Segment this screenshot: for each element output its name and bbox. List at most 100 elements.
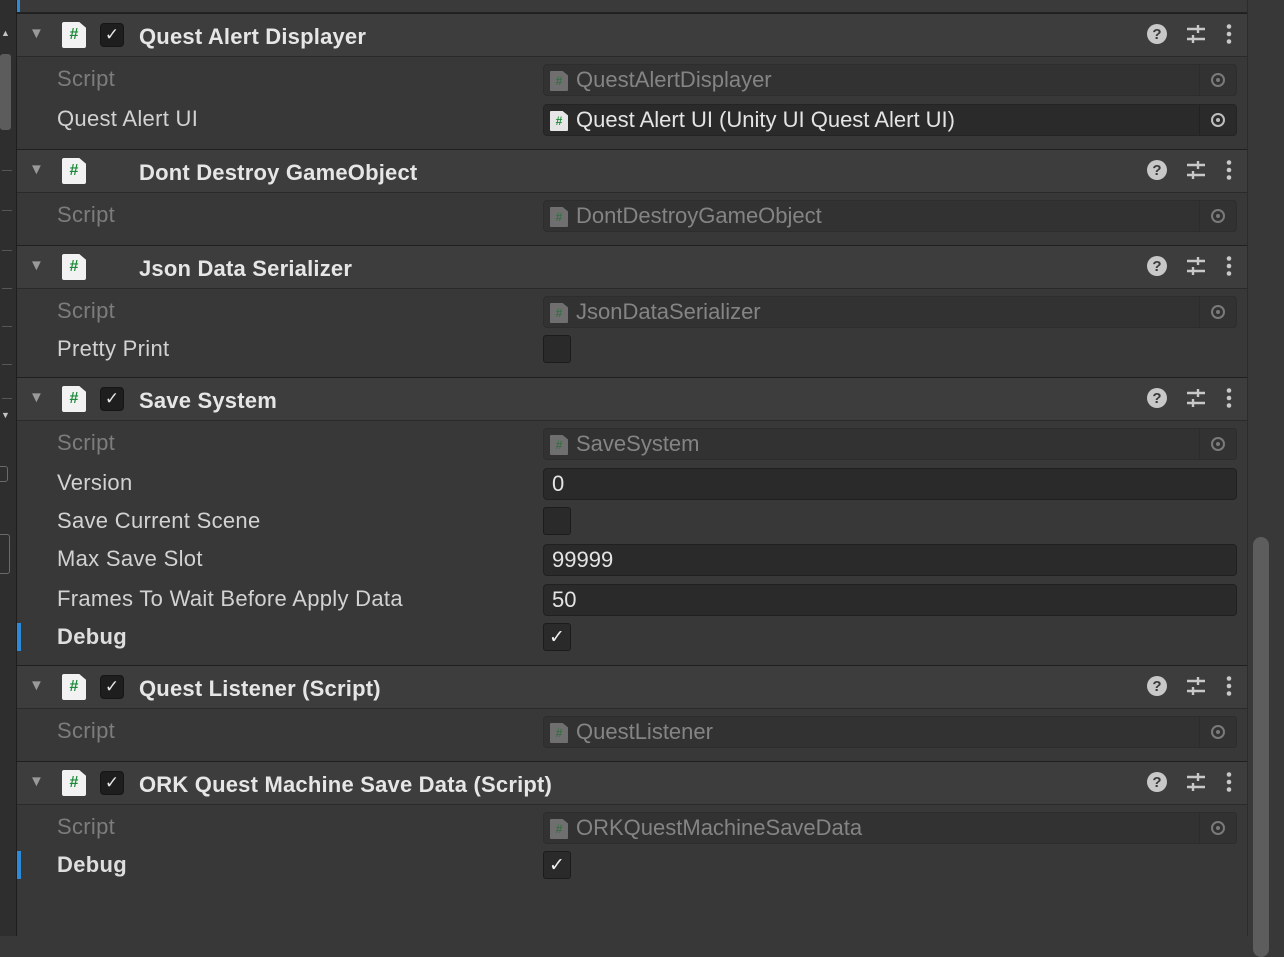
component-header[interactable]: ▼ # ✓ Quest Listener (Script)?: [17, 665, 1247, 709]
object-picker-button: [1199, 813, 1236, 843]
object-field-value: JsonDataSerializer: [576, 299, 761, 324]
save-current-scene-checkbox[interactable]: [543, 507, 571, 535]
object-picker-button[interactable]: [1199, 105, 1236, 135]
object-picker-button: [1199, 297, 1236, 327]
component-quest-alert-displayer: ▼ # ✓ Quest Alert Displayer? Script # QuestAle…: [17, 13, 1247, 149]
field-label: Frames To Wait Before Apply Data: [57, 586, 403, 611]
component-body: Script # ORKQuestMachineSaveData Debug ✓: [17, 805, 1247, 893]
component-body: Script # QuestListener: [17, 709, 1247, 761]
object-picker-icon: [1211, 821, 1225, 835]
help-icon[interactable]: ?: [1147, 772, 1167, 792]
field-label: Version: [57, 470, 133, 495]
frames-to-wait-before-apply-data-field[interactable]: 50: [543, 584, 1237, 616]
object-picker-icon: [1211, 113, 1225, 127]
help-icon[interactable]: ?: [1147, 676, 1167, 696]
field-row-script: Script # SaveSystem: [17, 423, 1247, 463]
max-save-slot-field[interactable]: 99999: [543, 544, 1237, 576]
foldout-arrow-icon[interactable]: ▼: [29, 26, 44, 42]
pretty-print-checkbox[interactable]: [543, 335, 571, 363]
left-control[interactable]: [0, 466, 8, 482]
presets-icon[interactable]: [1185, 255, 1207, 277]
script-icon: #: [550, 303, 568, 323]
component-title: Dont Destroy GameObject: [139, 160, 418, 185]
field-row-version: Version 0: [17, 463, 1247, 503]
foldout-arrow-icon[interactable]: ▼: [29, 678, 44, 694]
field-row-debug: Debug ✓: [17, 847, 1247, 883]
script-icon: #: [550, 819, 568, 839]
divider: [2, 288, 12, 289]
object-field[interactable]: # Quest Alert UI (Unity UI Quest Alert UI…: [543, 104, 1237, 136]
foldout-arrow-icon[interactable]: ▼: [29, 162, 44, 178]
foldout-arrow-icon[interactable]: ▼: [29, 390, 44, 406]
presets-icon[interactable]: [1185, 675, 1207, 697]
dropdown-arrow-icon[interactable]: ▼: [1, 410, 10, 420]
help-icon[interactable]: ?: [1147, 24, 1167, 44]
more-options-icon[interactable]: [1225, 387, 1233, 409]
version-field[interactable]: 0: [543, 468, 1237, 500]
object-field-value: DontDestroyGameObject: [576, 203, 822, 228]
left-scroll-thumb[interactable]: [0, 54, 11, 130]
component-body: Script # JsonDataSerializer Pretty Print: [17, 289, 1247, 377]
field-row-debug: Debug ✓: [17, 619, 1247, 655]
debug-checkbox[interactable]: ✓: [543, 623, 571, 651]
field-value: 99999: [552, 547, 614, 572]
left-panel-strip: ▲ ▼: [0, 0, 17, 936]
component-enabled-toggle[interactable]: ✓: [100, 675, 124, 699]
field-label: Script: [57, 298, 116, 323]
field-row-frames-to-wait-before-apply-data: Frames To Wait Before Apply Data 50: [17, 579, 1247, 619]
more-options-icon[interactable]: [1225, 255, 1233, 277]
script-reference-field: # DontDestroyGameObject: [543, 200, 1237, 232]
field-row-pretty-print: Pretty Print: [17, 331, 1247, 367]
left-control[interactable]: [0, 534, 10, 574]
more-options-icon[interactable]: [1225, 771, 1233, 793]
header-icons: ?: [1147, 255, 1233, 277]
foldout-arrow-icon[interactable]: ▼: [29, 258, 44, 274]
divider: [2, 398, 12, 399]
help-icon[interactable]: ?: [1147, 256, 1167, 276]
component-header[interactable]: ▼ # Json Data Serializer?: [17, 245, 1247, 289]
script-icon: #: [550, 111, 568, 131]
debug-checkbox[interactable]: ✓: [543, 851, 571, 879]
component-enabled-toggle[interactable]: ✓: [100, 23, 124, 47]
field-label: Save Current Scene: [57, 508, 261, 533]
script-icon: #: [62, 254, 86, 280]
component-header[interactable]: ▼ # ✓ Save System?: [17, 377, 1247, 421]
modified-indicator: [17, 851, 21, 879]
script-reference-field: # SaveSystem: [543, 428, 1237, 460]
component-title: Quest Alert Displayer: [139, 24, 367, 49]
presets-icon[interactable]: [1185, 23, 1207, 45]
header-icons: ?: [1147, 675, 1233, 697]
field-label: Pretty Print: [57, 336, 170, 361]
object-picker-button: [1199, 201, 1236, 231]
field-value: 50: [552, 587, 577, 612]
object-picker-button: [1199, 65, 1236, 95]
component-enabled-toggle[interactable]: ✓: [100, 387, 124, 411]
scrollbar-thumb[interactable]: [1253, 537, 1269, 957]
help-icon[interactable]: ?: [1147, 160, 1167, 180]
presets-icon[interactable]: [1185, 771, 1207, 793]
foldout-arrow-icon[interactable]: ▼: [29, 774, 44, 790]
script-reference-field: # QuestListener: [543, 716, 1237, 748]
component-header[interactable]: ▼ # Dont Destroy GameObject?: [17, 149, 1247, 193]
component-enabled-toggle[interactable]: ✓: [100, 771, 124, 795]
presets-icon[interactable]: [1185, 159, 1207, 181]
help-icon[interactable]: ?: [1147, 388, 1167, 408]
modified-indicator: [17, 623, 21, 651]
presets-icon[interactable]: [1185, 387, 1207, 409]
more-options-icon[interactable]: [1225, 23, 1233, 45]
object-picker-button: [1199, 717, 1236, 747]
divider: [2, 210, 12, 211]
scroll-up-arrow-icon[interactable]: ▲: [1, 28, 10, 38]
more-options-icon[interactable]: [1225, 675, 1233, 697]
object-field-value: SaveSystem: [576, 431, 700, 456]
object-field-value: QuestAlertDisplayer: [576, 67, 772, 92]
component-header[interactable]: ▼ # ✓ Quest Alert Displayer?: [17, 13, 1247, 57]
field-row-script: Script # QuestAlertDisplayer: [17, 59, 1247, 99]
field-row-quest-alert-ui: Quest Alert UI # Quest Alert UI (Unity UI …: [17, 99, 1247, 139]
header-icons: ?: [1147, 771, 1233, 793]
object-picker-icon: [1211, 437, 1225, 451]
inspector-scrollbar[interactable]: [1247, 0, 1284, 957]
more-options-icon[interactable]: [1225, 159, 1233, 181]
component-header[interactable]: ▼ # ✓ ORK Quest Machine Save Data (Script)?: [17, 761, 1247, 805]
field-label: Debug: [57, 624, 127, 649]
